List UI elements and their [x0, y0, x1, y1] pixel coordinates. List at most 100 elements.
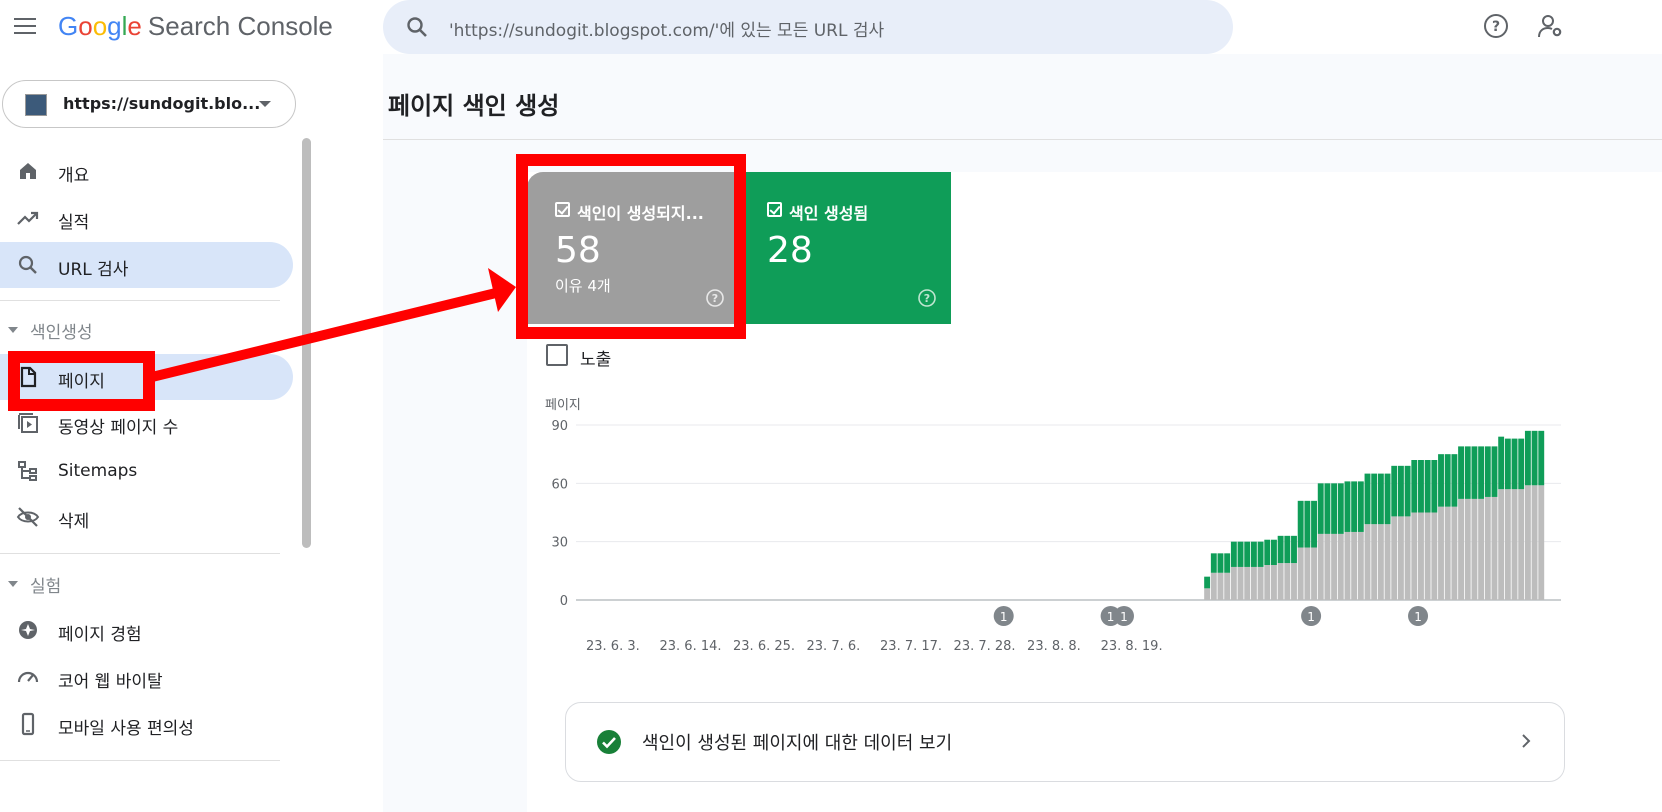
indexed-bar	[1424, 460, 1431, 513]
help-icon[interactable]: ?	[1483, 13, 1509, 39]
indexed-bar	[1224, 553, 1231, 573]
checkbox-unchecked-icon[interactable]	[546, 344, 568, 366]
indexed-bar	[1451, 454, 1458, 507]
sidebar-item-sitemaps[interactable]: Sitemaps	[0, 448, 293, 494]
indexed-bar	[1418, 460, 1424, 513]
sidebar-item-label: Sitemaps	[58, 461, 138, 481]
not-indexed-bar	[1484, 496, 1491, 600]
sidebar-item-url-inspection[interactable]: URL 검사	[0, 242, 293, 288]
check-circle-icon	[597, 730, 621, 754]
indexed-bar	[1304, 500, 1311, 548]
search-icon	[407, 17, 427, 37]
view-indexed-data-label: 색인이 생성된 페이지에 대한 데이터 보기	[642, 733, 953, 754]
indexed-bar	[1411, 460, 1418, 513]
not-indexed-bar	[1397, 516, 1404, 600]
sidebar-item-mobile-usability[interactable]: 모바일 사용 편의성	[0, 701, 293, 747]
sidebar-item-performance[interactable]: 실적	[0, 195, 293, 241]
not-indexed-bar	[1297, 547, 1304, 600]
page-experience-icon	[19, 621, 37, 639]
help-icon[interactable]: ?	[917, 288, 937, 308]
indexed-bar	[1397, 465, 1404, 517]
indexed-bar	[1444, 454, 1451, 507]
menu-icon[interactable]	[12, 12, 40, 40]
sidebar-item-label: 실적	[58, 213, 90, 233]
app-logo[interactable]: Google Search Console	[58, 11, 333, 42]
not-indexed-bar	[1357, 531, 1364, 600]
indexed-bar	[1210, 553, 1217, 573]
not-indexed-bar	[1324, 533, 1331, 600]
sidebar-item-video-pages[interactable]: 동영상 페이지 수	[0, 400, 293, 446]
sidebar-item-removals[interactable]: 삭제	[0, 494, 293, 540]
indexed-bar	[1264, 539, 1271, 565]
indexed-bar	[1498, 436, 1505, 490]
svg-text:?: ?	[1492, 19, 1500, 35]
x-tick-label: 23. 6. 3.	[586, 639, 640, 654]
checkbox-checked-icon[interactable]	[767, 202, 782, 217]
not-indexed-bar	[1291, 563, 1297, 600]
search-icon	[18, 255, 37, 274]
not-indexed-bar	[1344, 531, 1351, 600]
indexed-bar	[1384, 473, 1391, 525]
annotation-label: 1	[1000, 610, 1008, 624]
home-icon	[20, 163, 36, 179]
url-inspect-search-bar[interactable]: 'https://sundogit.blogspot.com/'에 있는 모든 …	[383, 0, 1233, 54]
x-tick-label: 23. 7. 17.	[880, 639, 942, 654]
not-indexed-bar	[1210, 572, 1217, 600]
indexed-bar	[1284, 535, 1291, 564]
not-indexed-bar	[1331, 533, 1338, 600]
indexed-tile[interactable]: 색인 생성됨 28 ?	[741, 172, 951, 324]
annotation-label: 1	[1414, 610, 1422, 624]
not-indexed-bar	[1464, 498, 1471, 600]
sidebar-item-pages[interactable]: 페이지	[0, 354, 293, 400]
x-tick-label: 23. 8. 8.	[1027, 639, 1081, 654]
sidebar-scrollbar[interactable]	[302, 138, 311, 548]
tile-label: 색인이 생성되지...	[577, 204, 704, 223]
indexed-bar	[1337, 483, 1344, 534]
sidebar-item-page-experience[interactable]: 페이지 경험	[0, 607, 293, 653]
help-icon[interactable]: ?	[705, 288, 725, 308]
view-indexed-data-link[interactable]: 색인이 생성된 페이지에 대한 데이터 보기	[565, 702, 1565, 782]
indexed-bar	[1257, 541, 1264, 567]
sidebar-item-label: 페이지	[58, 372, 105, 392]
indexed-bar	[1271, 539, 1277, 565]
not-indexed-tile[interactable]: 색인이 생성되지... 58 이유 4개 ?	[527, 172, 741, 324]
y-tick-label: 60	[551, 477, 568, 492]
indexed-bar	[1344, 481, 1351, 532]
search-placeholder[interactable]: 'https://sundogit.blogspot.com/'에 있는 모든 …	[449, 16, 884, 41]
sidebar-item-core-web-vitals[interactable]: 코어 웹 바이탈	[0, 654, 293, 700]
not-indexed-bar	[1418, 512, 1424, 600]
x-tick-label: 23. 7. 28.	[954, 639, 1016, 654]
visibility-off-icon	[16, 507, 40, 527]
property-url: https://sundogit.blo...	[63, 94, 261, 113]
account-settings-icon[interactable]	[1538, 13, 1564, 39]
not-indexed-bar	[1384, 524, 1391, 600]
indexed-bar	[1464, 446, 1471, 499]
tile-value: 58	[555, 230, 601, 271]
indexed-bar	[1331, 483, 1338, 534]
property-selector[interactable]: https://sundogit.blo...	[2, 80, 296, 128]
y-tick-label: 0	[560, 594, 568, 609]
not-indexed-bar	[1451, 506, 1458, 600]
indexed-bar	[1491, 446, 1498, 497]
collapse-triangle-icon	[8, 327, 18, 333]
indexed-bar	[1391, 465, 1398, 517]
sidebar-item-overview[interactable]: 개요	[0, 148, 293, 194]
indexed-bar	[1531, 430, 1538, 486]
sidebar-item-label: 코어 웹 바이탈	[58, 672, 163, 692]
not-indexed-bar	[1458, 498, 1465, 600]
not-indexed-bar	[1471, 498, 1478, 600]
not-indexed-bar	[1204, 588, 1211, 600]
not-indexed-bar	[1277, 563, 1284, 600]
checkbox-checked-icon[interactable]	[555, 202, 570, 217]
not-indexed-bar	[1351, 531, 1358, 600]
sidebar-item-label: 페이지 경험	[58, 625, 142, 645]
not-indexed-bar	[1271, 565, 1277, 600]
not-indexed-bar	[1244, 566, 1251, 600]
indexed-bar	[1237, 541, 1244, 567]
collapse-triangle-icon	[8, 581, 18, 587]
dropdown-caret-icon	[259, 101, 271, 107]
indexed-bar	[1244, 541, 1251, 567]
not-indexed-bar	[1504, 489, 1511, 600]
not-indexed-bar	[1391, 516, 1398, 600]
sidebar-divider	[0, 760, 280, 761]
